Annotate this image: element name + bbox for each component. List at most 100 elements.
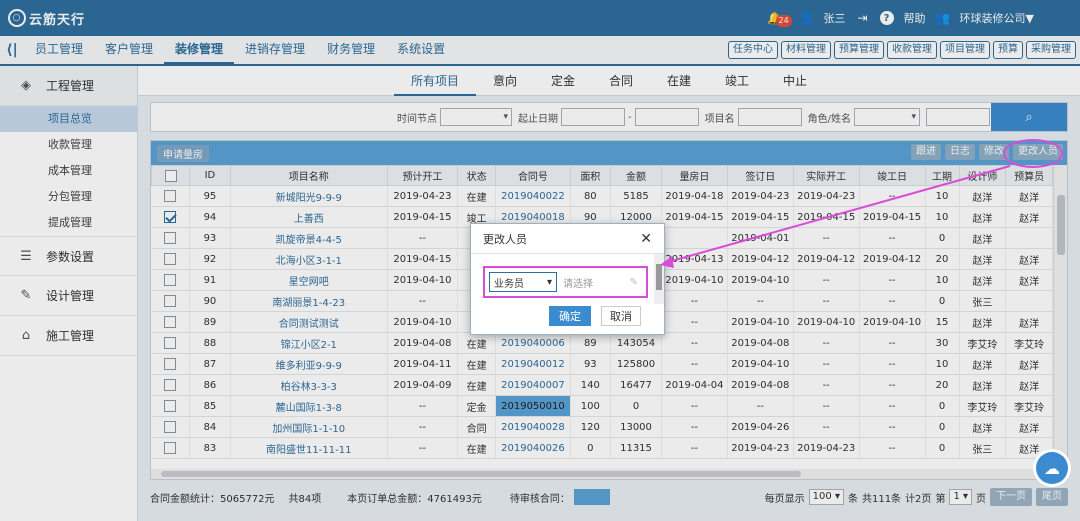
collapse-sidebar-icon[interactable]: ⟨|	[0, 42, 24, 58]
sidebar-item-commission[interactable]: 提成管理	[0, 210, 137, 236]
select-all-checkbox[interactable]	[164, 169, 177, 182]
table-cell[interactable]: 麓山国际1-3-8	[230, 395, 388, 417]
help-icon[interactable]: ?	[879, 11, 894, 25]
nav-item-staff[interactable]: 员工管理	[24, 35, 94, 65]
row-checkbox-cell[interactable]	[151, 437, 191, 459]
row-checkbox-cell[interactable]	[151, 416, 191, 438]
end-date-input[interactable]	[634, 108, 699, 126]
row-checkbox-cell[interactable]	[151, 374, 191, 396]
row-checkbox[interactable]	[164, 379, 177, 391]
sidebar-item-project-overview[interactable]: 项目总览	[0, 106, 137, 132]
row-checkbox[interactable]	[164, 211, 177, 223]
role-type-select[interactable]: 业务员 ▾	[489, 272, 557, 292]
row-checkbox[interactable]	[164, 232, 177, 244]
page-select[interactable]: 1 ▾	[949, 489, 972, 505]
row-checkbox-cell[interactable]	[151, 227, 191, 249]
row-checkbox[interactable]	[164, 253, 177, 265]
tab-in-progress[interactable]: 在建	[650, 66, 708, 96]
row-checkbox-cell[interactable]	[151, 269, 191, 291]
column-header[interactable]: 量房日	[661, 165, 728, 186]
chat-support-icon[interactable]: ☁	[1036, 452, 1068, 484]
row-checkbox[interactable]	[164, 190, 177, 202]
table-row[interactable]: 86 柏谷林3-3-3 2019-04-09 在建 2019040007 140 16477…	[151, 374, 1053, 396]
sidebar-item-receipts[interactable]: 收款管理	[0, 132, 137, 158]
row-checkbox[interactable]	[164, 295, 177, 307]
table-cell[interactable]: 维多利亚9-9-9	[230, 353, 388, 375]
row-checkbox[interactable]	[164, 421, 177, 433]
scroll-thumb[interactable]	[1057, 195, 1065, 255]
nav-item-settings[interactable]: 系统设置	[386, 35, 456, 65]
role-name-input[interactable]	[925, 108, 990, 126]
quick-receipts[interactable]: 收款管理	[887, 41, 937, 59]
row-checkbox-cell[interactable]	[151, 353, 191, 375]
tab-contract[interactable]: 合同	[592, 66, 650, 96]
sidebar-item-costs[interactable]: 成本管理	[0, 158, 137, 184]
table-row[interactable]: 84 加州国际1-1-10 -- 合同 2019040028 120 13000 -- 2019…	[151, 416, 1053, 438]
select-all-header[interactable]	[150, 165, 191, 186]
follow-up-button[interactable]: 跟进	[911, 144, 941, 160]
column-header[interactable]: 状态	[456, 165, 497, 186]
column-header[interactable]: 工期	[924, 165, 960, 186]
table-row[interactable]: 83 南阳盛世11-11-11 -- 在建 2019040026 0 11315 -- 2019…	[151, 437, 1053, 459]
row-checkbox[interactable]	[164, 442, 177, 454]
cancel-button[interactable]: 取消	[601, 306, 641, 326]
start-date-input[interactable]	[561, 108, 625, 126]
column-header[interactable]: 设计师	[958, 165, 1007, 186]
row-checkbox[interactable]	[164, 358, 177, 370]
column-header[interactable]: 项目名称	[229, 165, 388, 186]
quick-budget[interactable]: 预算	[993, 41, 1023, 59]
role-select[interactable]: ▾	[853, 108, 920, 126]
close-icon[interactable]: ✕	[640, 231, 652, 247]
table-cell[interactable]: 北海小区3-1-1	[230, 248, 388, 270]
user-name[interactable]: 张三	[824, 10, 846, 26]
nav-item-customers[interactable]: 客户管理	[94, 35, 164, 65]
table-cell[interactable]: 新城阳光9-9-9	[230, 185, 388, 207]
table-row[interactable]: 88 锦江小区2-1 2019-04-08 在建 2019040006 89 143054-…	[151, 332, 1053, 354]
scroll-thumb[interactable]	[161, 471, 801, 477]
sidebar-item-subcontract[interactable]: 分包管理	[0, 184, 137, 210]
table-cell[interactable]: 锦江小区2-1	[230, 332, 388, 354]
project-name-input[interactable]	[737, 108, 802, 126]
column-header[interactable]: 合同号	[495, 165, 571, 186]
nav-item-decoration[interactable]: 装修管理	[164, 35, 235, 65]
help-link[interactable]: 帮助	[904, 10, 926, 26]
row-checkbox[interactable]	[164, 274, 177, 286]
tab-deposit[interactable]: 定金	[534, 66, 592, 96]
tab-suspended[interactable]: 中止	[766, 66, 824, 96]
search-button[interactable]: ⌕	[991, 103, 1067, 131]
nav-item-inventory[interactable]: 进销存管理	[234, 35, 316, 65]
apply-measure-button[interactable]: 申请量房	[157, 144, 209, 162]
row-checkbox-cell[interactable]	[151, 395, 191, 417]
table-cell[interactable]: 合同测试测试	[230, 311, 388, 333]
scroll-thumb[interactable]	[656, 264, 662, 290]
row-checkbox-cell[interactable]	[151, 185, 191, 207]
row-checkbox-cell[interactable]	[151, 290, 191, 312]
sidebar-group-design[interactable]: ✎ 设计管理	[0, 276, 137, 316]
row-checkbox-cell[interactable]	[151, 332, 191, 354]
column-header[interactable]: 竣工日	[858, 165, 926, 186]
logout-icon[interactable]: ⇥	[856, 11, 870, 25]
column-header[interactable]: 预计开工	[386, 165, 459, 186]
log-button[interactable]: 日志	[945, 144, 975, 160]
edit-icon[interactable]: ✎	[630, 277, 638, 288]
table-cell[interactable]: 上善西	[230, 206, 388, 228]
vertical-scrollbar[interactable]	[1053, 165, 1067, 481]
table-cell[interactable]: 柏谷林3-3-3	[230, 374, 388, 396]
column-header[interactable]: 预算员	[1005, 165, 1053, 186]
column-header[interactable]: ID	[189, 165, 231, 186]
horizontal-scrollbar[interactable]	[151, 469, 1053, 479]
company-dropdown[interactable]: 环球装修公司▼	[960, 10, 1034, 26]
confirm-button[interactable]: 确定	[549, 306, 591, 326]
row-checkbox-cell[interactable]	[151, 206, 191, 228]
sidebar-group-engineering[interactable]: ◈ 工程管理	[0, 66, 137, 106]
quick-budget-mgmt[interactable]: 预算管理	[834, 41, 884, 59]
per-page-select[interactable]: 100 ▾	[808, 489, 844, 505]
sidebar-group-construction[interactable]: ⌂ 施工管理	[0, 316, 137, 356]
column-header[interactable]: 实际开工	[792, 165, 860, 186]
row-checkbox-cell[interactable]	[151, 311, 191, 333]
quick-projects[interactable]: 项目管理	[940, 41, 990, 59]
row-checkbox-cell[interactable]	[151, 248, 191, 270]
tab-intent[interactable]: 意向	[476, 66, 534, 96]
quick-task-center[interactable]: 任务中心	[728, 41, 778, 59]
column-header[interactable]: 金额	[610, 165, 662, 186]
